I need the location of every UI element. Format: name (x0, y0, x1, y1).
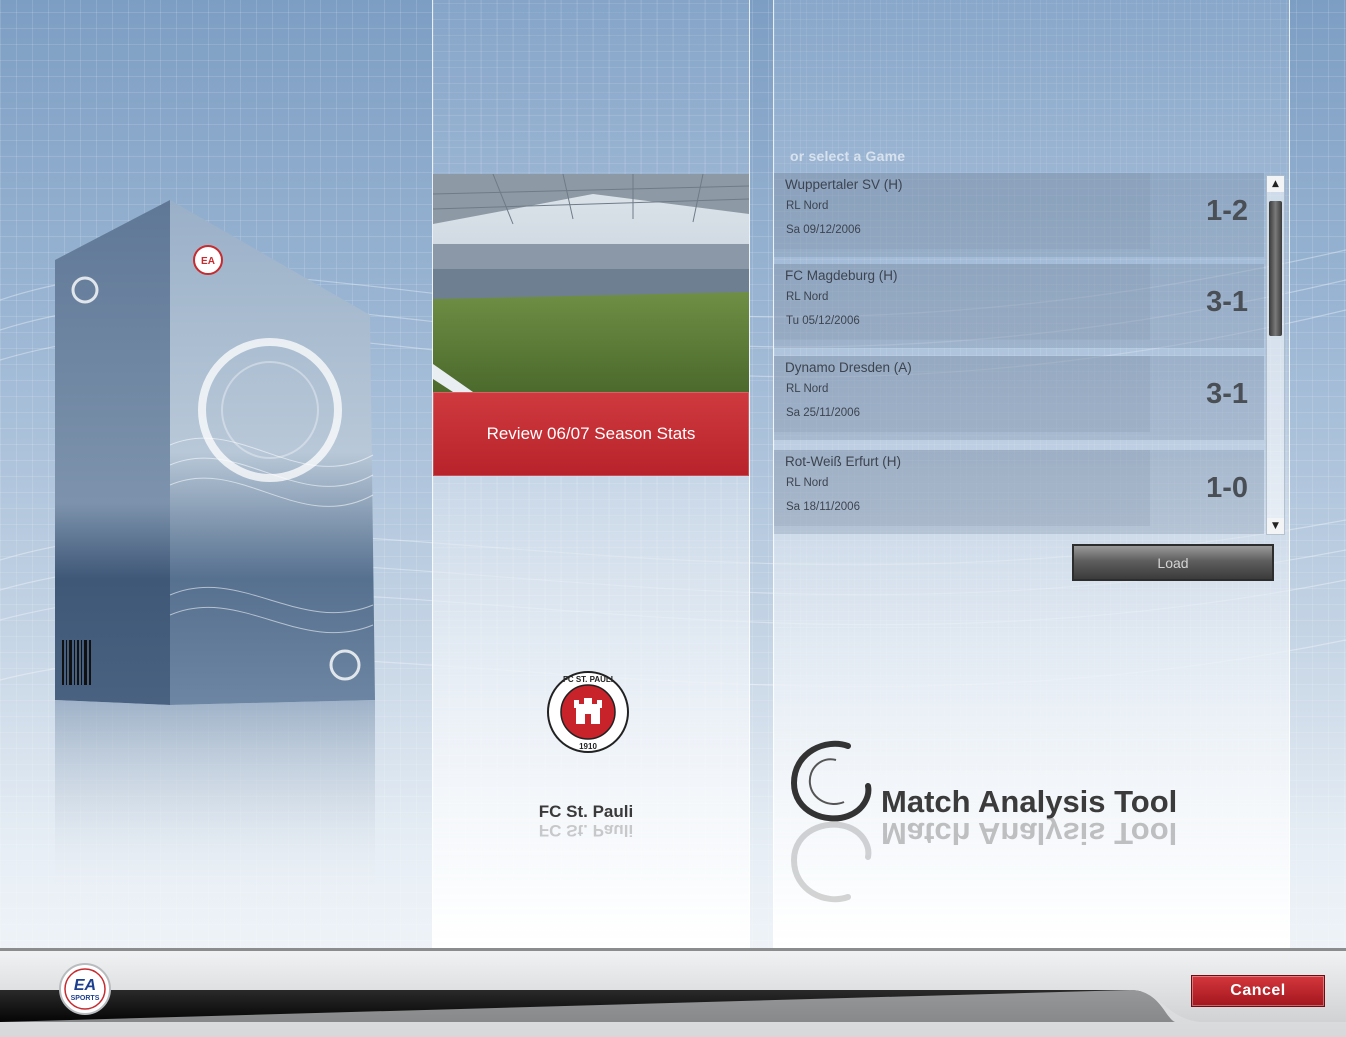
game-list[interactable]: Wuppertaler SV (H) RL Nord Sa 09/12/2006… (774, 173, 1264, 535)
game-list-item[interactable]: Wuppertaler SV (H) RL Nord Sa 09/12/2006… (774, 173, 1264, 257)
game-list-item[interactable]: Rot-Weiß Erfurt (H) RL Nord Sa 18/11/200… (774, 450, 1264, 534)
bottom-bar (0, 948, 1346, 1037)
game-opponent: Wuppertaler SV (H) (785, 177, 903, 192)
game-league: RL Nord (786, 383, 829, 395)
svg-text:EA: EA (74, 977, 96, 994)
center-column: Review 06/07 Season Stats FC ST. PAULI 1… (432, 0, 750, 948)
game-league: RL Nord (786, 477, 829, 489)
svg-text:1910: 1910 (579, 742, 597, 751)
load-button[interactable]: Load (1072, 544, 1274, 581)
game-date: Sa 25/11/2006 (786, 407, 860, 419)
tool-title-reflection: Match Analysis Tool (881, 816, 1178, 851)
triangle-down-icon[interactable]: ▼ (1267, 518, 1284, 534)
club-crest-icon: FC ST. PAULI 1910 (547, 671, 629, 753)
game-opponent: Rot-Weiß Erfurt (H) (785, 454, 902, 469)
game-score: 1-2 (1206, 195, 1248, 227)
game-score: 3-1 (1206, 378, 1248, 410)
game-date: Tu 05/12/2006 (786, 315, 860, 327)
game-league: RL Nord (786, 200, 829, 212)
select-game-label: or select a Game (790, 148, 906, 164)
product-box-image: EA (55, 200, 375, 915)
svg-text:EA: EA (201, 256, 215, 267)
game-list-item[interactable]: Dynamo Dresden (A) RL Nord Sa 25/11/2006… (774, 356, 1264, 440)
ea-sports-logo-icon[interactable]: EA SPORTS (58, 962, 112, 1016)
game-opponent: FC Magdeburg (H) (785, 268, 898, 283)
club-name: FC St. Pauli (538, 802, 634, 821)
game-date: Sa 18/11/2006 (786, 501, 860, 513)
game-date: Sa 09/12/2006 (786, 224, 861, 236)
triangle-up-icon[interactable]: ▲ (1267, 176, 1284, 192)
review-season-stats-button[interactable]: Review 06/07 Season Stats (433, 392, 749, 476)
game-score: 1-0 (1206, 472, 1248, 504)
game-list-item[interactable]: FC Magdeburg (H) RL Nord Tu 05/12/2006 3… (774, 264, 1264, 348)
scrollbar-thumb[interactable] (1269, 201, 1282, 336)
svg-text:SPORTS: SPORTS (71, 995, 100, 1002)
cancel-button[interactable]: Cancel (1191, 975, 1325, 1007)
game-list-scrollbar[interactable]: ▲ ▼ (1266, 175, 1285, 535)
game-opponent: Dynamo Dresden (A) (785, 360, 912, 375)
game-league: RL Nord (786, 291, 829, 303)
svg-text:FC ST. PAULI: FC ST. PAULI (563, 675, 613, 684)
match-analysis-logo-reflection (790, 821, 872, 903)
right-column: or select a Game Wuppertaler SV (H) RL N… (773, 0, 1290, 948)
stadium-image (433, 174, 749, 392)
game-score: 3-1 (1206, 286, 1248, 318)
club-name-reflection: FC St. Pauli (538, 821, 634, 840)
